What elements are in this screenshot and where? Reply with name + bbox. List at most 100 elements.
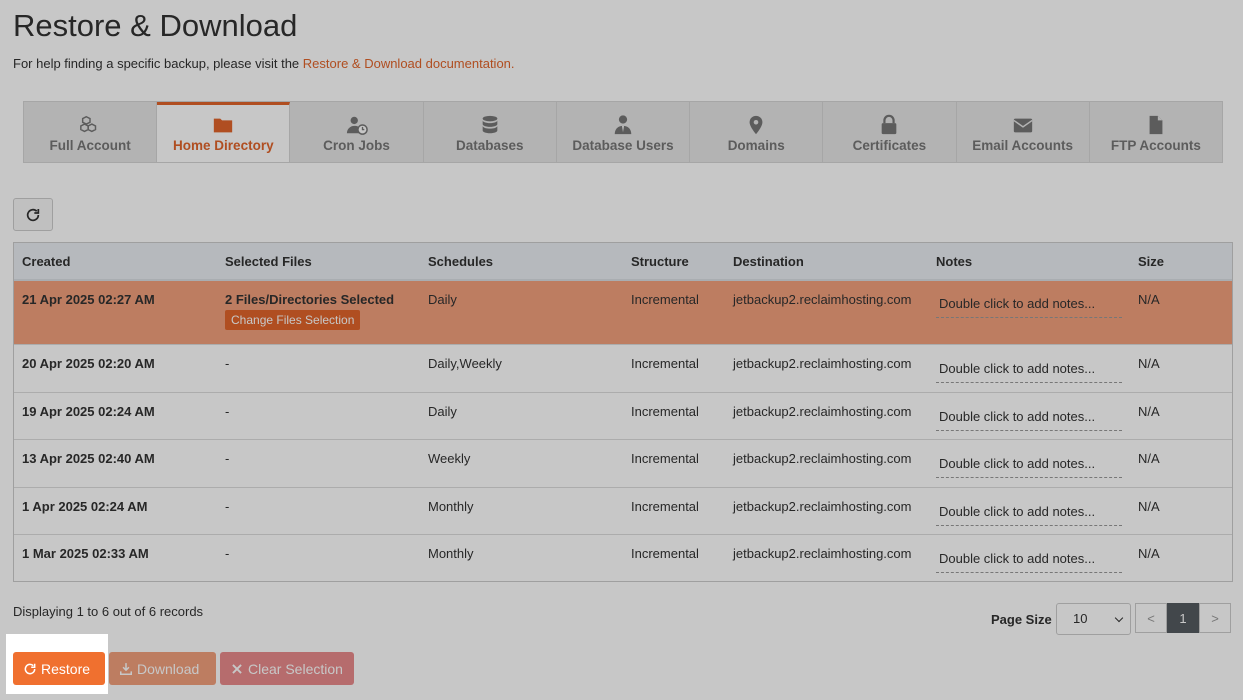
- notes-field[interactable]: Double click to add notes...: [936, 548, 1122, 573]
- schedules-cell: Weekly: [428, 451, 471, 466]
- created-cell: 20 Apr 2025 02:20 AM: [22, 356, 155, 371]
- tab-home-directory[interactable]: Home Directory: [157, 102, 291, 162]
- column-header-notes[interactable]: Notes: [936, 254, 972, 269]
- tab-label: Email Accounts: [972, 138, 1074, 153]
- schedules-cell: Daily: [428, 292, 457, 307]
- backup-type-tabs: Full Account Home Directory Cron Jobs Da…: [23, 101, 1223, 163]
- destination-cell: jetbackup2.reclaimhosting.com: [733, 451, 912, 466]
- tab-database-users[interactable]: Database Users: [557, 102, 691, 162]
- tab-full-account[interactable]: Full Account: [24, 102, 158, 162]
- clear-selection-button[interactable]: Clear Selection: [220, 652, 354, 685]
- notes-field[interactable]: Double click to add notes...: [936, 453, 1122, 478]
- structure-cell: Incremental: [631, 356, 699, 371]
- help-prefix: For help finding a specific backup, plea…: [13, 56, 303, 71]
- selected-files-cell: -: [225, 546, 230, 561]
- tab-databases[interactable]: Databases: [424, 102, 557, 162]
- size-cell: N/A: [1138, 546, 1160, 561]
- schedules-cell: Monthly: [428, 499, 474, 514]
- page: Restore & Download For help finding a sp…: [0, 0, 1243, 700]
- tab-domains[interactable]: Domains: [690, 102, 824, 162]
- change-files-selection-button[interactable]: Change Files Selection: [225, 310, 361, 330]
- created-cell: 1 Apr 2025 02:24 AM: [22, 499, 148, 514]
- created-cell: 13 Apr 2025 02:40 AM: [22, 451, 155, 466]
- tab-label: Database Users: [572, 138, 674, 153]
- selected-files-cell: -: [225, 356, 230, 371]
- notes-field[interactable]: Double click to add notes...: [936, 358, 1122, 383]
- created-cell: 19 Apr 2025 02:24 AM: [22, 404, 155, 419]
- size-cell: N/A: [1138, 356, 1160, 371]
- tab-email-accounts[interactable]: Email Accounts: [957, 102, 1090, 162]
- close-icon: [232, 663, 242, 674]
- created-cell: 1 Mar 2025 02:33 AM: [22, 546, 149, 561]
- table-row[interactable]: 19 Apr 2025 02:24 AM - Daily Incremental…: [14, 393, 1232, 440]
- folder-icon: [214, 118, 233, 133]
- column-header-destination[interactable]: Destination: [733, 254, 804, 269]
- table-row[interactable]: 1 Apr 2025 02:24 AM - Monthly Incrementa…: [14, 488, 1232, 535]
- structure-cell: Incremental: [631, 451, 699, 466]
- tab-label: Full Account: [49, 138, 131, 153]
- envelope-icon: [1013, 118, 1033, 133]
- schedules-cell: Daily: [428, 404, 457, 419]
- destination-cell: jetbackup2.reclaimhosting.com: [733, 292, 912, 307]
- tab-ftp-accounts[interactable]: FTP Accounts: [1090, 102, 1222, 162]
- created-cell: 21 Apr 2025 02:27 AM: [22, 292, 155, 307]
- tab-label: Databases: [455, 138, 524, 153]
- column-header-created[interactable]: Created: [22, 254, 70, 269]
- map-marker-icon: [749, 115, 763, 135]
- help-text: For help finding a specific backup, plea…: [13, 56, 515, 71]
- table-row[interactable]: 20 Apr 2025 02:20 AM - Daily,Weekly Incr…: [14, 345, 1232, 393]
- size-cell: N/A: [1138, 451, 1160, 466]
- file-icon: [1149, 115, 1163, 135]
- download-label: Download: [137, 660, 200, 677]
- next-page-button[interactable]: >: [1199, 603, 1231, 633]
- selected-files-cell: 2 Files/Directories Selected: [225, 292, 395, 307]
- size-cell: N/A: [1138, 292, 1160, 307]
- cubes-icon: [80, 115, 97, 133]
- table-row[interactable]: 21 Apr 2025 02:27 AM 2 Files/Directories…: [14, 281, 1232, 345]
- restore-button[interactable]: Restore: [13, 652, 105, 685]
- backups-table: Created Selected Files Schedules Structu…: [13, 242, 1233, 582]
- download-button[interactable]: Download: [109, 652, 216, 685]
- page-size-label: Page Size: [991, 612, 1052, 627]
- destination-cell: jetbackup2.reclaimhosting.com: [733, 546, 912, 561]
- table-header: Created Selected Files Schedules Structu…: [14, 243, 1232, 281]
- restore-label: Restore: [41, 660, 91, 677]
- destination-cell: jetbackup2.reclaimhosting.com: [733, 499, 912, 514]
- notes-field[interactable]: Double click to add notes...: [936, 293, 1122, 318]
- size-cell: N/A: [1138, 499, 1160, 514]
- tab-certificates[interactable]: Certificates: [823, 102, 957, 162]
- column-header-selected-files[interactable]: Selected Files: [225, 254, 312, 269]
- clear-selection-label: Clear Selection: [248, 660, 343, 677]
- lock-icon: [882, 114, 897, 135]
- prev-page-button[interactable]: <: [1135, 603, 1167, 633]
- records-count: Displaying 1 to 6 out of 6 records: [13, 604, 204, 619]
- download-icon: [119, 662, 133, 675]
- notes-field[interactable]: Double click to add notes...: [936, 501, 1122, 526]
- table-row[interactable]: 13 Apr 2025 02:40 AM - Weekly Incrementa…: [14, 440, 1232, 488]
- documentation-link[interactable]: Restore & Download documentation.: [303, 56, 515, 71]
- table-row[interactable]: 1 Mar 2025 02:33 AM - Monthly Incrementa…: [14, 535, 1232, 581]
- refresh-button[interactable]: [13, 198, 53, 231]
- pagination: < 1 >: [1135, 603, 1231, 633]
- notes-field[interactable]: Double click to add notes...: [936, 406, 1122, 431]
- tab-label: Home Directory: [173, 138, 274, 153]
- tab-cron-jobs[interactable]: Cron Jobs: [290, 102, 424, 162]
- tab-label: FTP Accounts: [1110, 138, 1201, 153]
- structure-cell: Incremental: [631, 499, 699, 514]
- tab-label: Certificates: [852, 138, 927, 153]
- page-title: Restore & Download: [13, 8, 298, 43]
- column-header-schedules[interactable]: Schedules: [428, 254, 493, 269]
- column-header-size[interactable]: Size: [1138, 254, 1164, 269]
- structure-cell: Incremental: [631, 546, 699, 561]
- schedules-cell: Monthly: [428, 546, 474, 561]
- size-cell: N/A: [1138, 404, 1160, 419]
- page-size-select[interactable]: 10: [1056, 603, 1131, 635]
- structure-cell: Incremental: [631, 292, 699, 307]
- selected-files-cell: -: [225, 499, 230, 514]
- refresh-icon: [26, 208, 40, 221]
- column-header-structure[interactable]: Structure: [631, 254, 689, 269]
- tab-label: Domains: [727, 138, 785, 153]
- tab-label: Cron Jobs: [323, 138, 390, 153]
- page-1-button[interactable]: 1: [1167, 603, 1199, 633]
- database-icon: [482, 115, 498, 134]
